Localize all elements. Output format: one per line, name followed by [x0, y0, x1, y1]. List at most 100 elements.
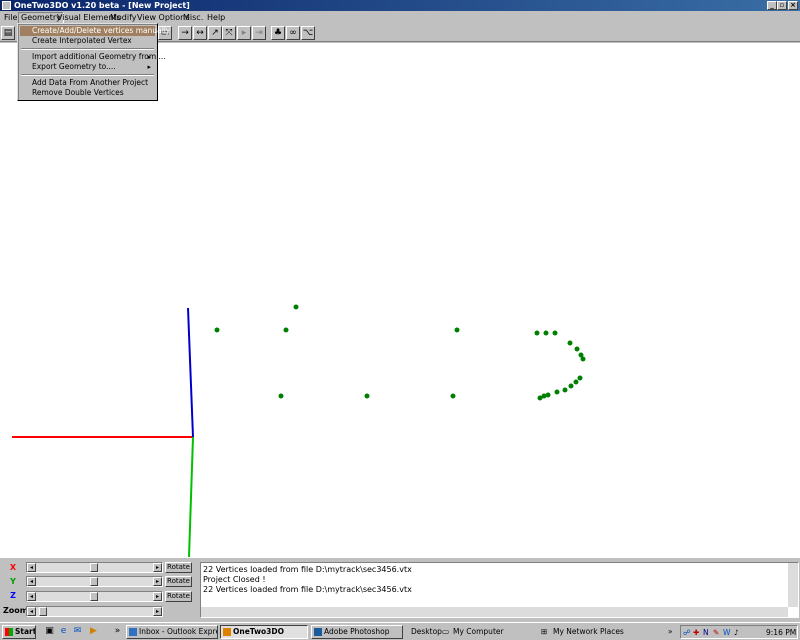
link-icon[interactable]: ∞: [286, 26, 300, 40]
vertex-point[interactable]: [364, 393, 370, 399]
vertex-point[interactable]: [293, 304, 299, 310]
vertex-point[interactable]: [552, 330, 558, 336]
messenger-tray-icon[interactable]: N: [703, 627, 709, 639]
task-outlook-express[interactable]: Inbox - Outlook Express: [126, 625, 218, 639]
network-places-icon[interactable]: ⊞: [541, 626, 551, 638]
jump-icon[interactable]: ⇥: [252, 26, 266, 40]
branch-icon[interactable]: ⌥: [301, 26, 315, 40]
zoom-label: Zoom: [3, 606, 29, 615]
slider-right-arrow-icon[interactable]: ▸: [153, 607, 162, 616]
viewport-canvas[interactable]: [0, 43, 800, 558]
vertex-point[interactable]: [450, 393, 456, 399]
vertex-point[interactable]: [454, 327, 460, 333]
system-tray: ☍ ✚ N ✎ W ♪ 9:16 PM: [680, 625, 798, 639]
slider-right-arrow-icon[interactable]: ▸: [153, 563, 162, 572]
menu-create-add-delete-vertices[interactable]: Create/Add/Delete vertices manually: [20, 26, 170, 36]
vertex-point[interactable]: [567, 340, 573, 346]
menu-export-geometry[interactable]: Export Geometry to.... ▸: [20, 62, 155, 72]
menu-separator: [21, 48, 154, 50]
my-network-places-link[interactable]: My Network Places: [553, 626, 624, 638]
vertex-point[interactable]: [283, 327, 289, 333]
menu-add-data-from-project[interactable]: Add Data From Another Project: [20, 78, 155, 88]
slider-right-arrow-icon[interactable]: ▸: [153, 577, 162, 586]
slider-left-arrow-icon[interactable]: ◂: [27, 577, 36, 586]
vertex-group: [214, 304, 586, 401]
internet-explorer-icon[interactable]: e: [58, 626, 69, 637]
my-computer-link[interactable]: My Computer: [453, 626, 504, 638]
taskbar-overflow-icon[interactable]: »: [668, 626, 673, 638]
menu-remove-double-vertices[interactable]: Remove Double Vertices: [20, 88, 155, 98]
menu-modify[interactable]: Modify: [108, 12, 139, 23]
vertex-point[interactable]: [541, 393, 547, 399]
close-button[interactable]: ×: [788, 1, 798, 10]
x-rotation-slider[interactable]: ◂ ▸: [26, 562, 163, 573]
vertex-point[interactable]: [568, 383, 574, 389]
menu-help[interactable]: Help: [205, 12, 227, 23]
step-forward-icon[interactable]: ▸: [237, 26, 251, 40]
show-desktop-icon[interactable]: ▣: [44, 626, 55, 637]
y-rotation-slider[interactable]: ◂ ▸: [26, 576, 163, 587]
vertex-point[interactable]: [214, 327, 220, 333]
rotate-y-button[interactable]: Rotate: [165, 576, 192, 587]
x-axis-label: X: [9, 563, 17, 572]
menu-import-geometry[interactable]: Import additional Geometry from.... ▸: [20, 52, 166, 62]
adobe-tray-icon[interactable]: ✎: [713, 627, 719, 639]
slider-left-arrow-icon[interactable]: ◂: [27, 607, 36, 616]
vertex-point[interactable]: [554, 389, 560, 395]
outlook-icon[interactable]: ✉: [72, 626, 83, 637]
rotate-x-button[interactable]: Rotate: [165, 562, 192, 573]
slider-right-arrow-icon[interactable]: ▸: [153, 592, 162, 601]
zoom-slider[interactable]: ◂ ▸: [26, 606, 163, 617]
message-log[interactable]: 22 Vertices loaded from file D:\mytrack\…: [200, 562, 799, 618]
desktop-toolbar-label[interactable]: Desktop: [411, 626, 442, 638]
antivirus-tray-icon[interactable]: ✚: [693, 627, 699, 639]
log-horizontal-scrollbar[interactable]: [201, 607, 788, 617]
tree-icon[interactable]: ♣: [271, 26, 285, 40]
vertex-point[interactable]: [574, 346, 580, 352]
winamp-tray-icon[interactable]: W: [723, 627, 730, 639]
taskbar-overflow-icon[interactable]: »: [112, 626, 123, 637]
vertex-point[interactable]: [278, 393, 284, 399]
start-button[interactable]: Start: [2, 625, 36, 639]
restore-button[interactable]: ▫: [777, 1, 787, 10]
scale-icon[interactable]: ⤧: [222, 26, 236, 40]
slider-thumb[interactable]: [90, 592, 98, 601]
open-folder-icon[interactable]: ▤: [1, 26, 15, 40]
z-rotation-slider[interactable]: ◂ ▸: [26, 591, 163, 602]
slider-left-arrow-icon[interactable]: ◂: [27, 592, 36, 601]
photoshop-icon: [314, 628, 322, 636]
clock: 9:16 PM: [766, 628, 797, 637]
windows-logo-icon: [5, 628, 13, 636]
3d-viewport[interactable]: [0, 43, 800, 558]
onetwo3do-app-icon: [223, 628, 231, 636]
task-adobe-photoshop[interactable]: Adobe Photoshop: [311, 625, 403, 639]
log-line: 22 Vertices loaded from file D:\mytrack\…: [203, 565, 412, 574]
move-right-icon[interactable]: →: [178, 26, 192, 40]
minimize-button[interactable]: _: [767, 1, 777, 10]
vertex-point[interactable]: [580, 356, 586, 362]
vertex-point[interactable]: [543, 330, 549, 336]
task-onetwo3do[interactable]: OneTwo3DO: [220, 625, 308, 639]
move-horizontal-icon[interactable]: ↔: [193, 26, 207, 40]
slider-left-arrow-icon[interactable]: ◂: [27, 563, 36, 572]
menu-separator: [21, 74, 154, 76]
vertex-point[interactable]: [573, 379, 579, 385]
log-vertical-scrollbar[interactable]: [788, 563, 798, 607]
slider-thumb[interactable]: [39, 607, 47, 616]
rotate-z-button[interactable]: Rotate: [165, 591, 192, 602]
move-diagonal-icon[interactable]: ↗: [208, 26, 222, 40]
vertex-point[interactable]: [577, 375, 583, 381]
menu-misc[interactable]: Misc.: [181, 12, 205, 23]
slider-thumb[interactable]: [90, 563, 98, 572]
app-icon[interactable]: [2, 1, 11, 10]
network-tray-icon[interactable]: ☍: [683, 627, 691, 639]
title-bar[interactable]: OneTwo3DO v1.20 beta - [New Project] _ ▫…: [0, 0, 800, 11]
my-computer-icon[interactable]: ▭: [442, 626, 450, 638]
vertex-point[interactable]: [562, 387, 568, 393]
menu-create-interpolated-vertex[interactable]: Create Interpolated Vertex: [20, 36, 155, 46]
vertex-point[interactable]: [534, 330, 540, 336]
volume-tray-icon[interactable]: ♪: [734, 627, 739, 639]
media-player-icon[interactable]: ▶: [88, 626, 99, 637]
slider-thumb[interactable]: [90, 577, 98, 586]
menu-file[interactable]: File: [2, 12, 19, 23]
